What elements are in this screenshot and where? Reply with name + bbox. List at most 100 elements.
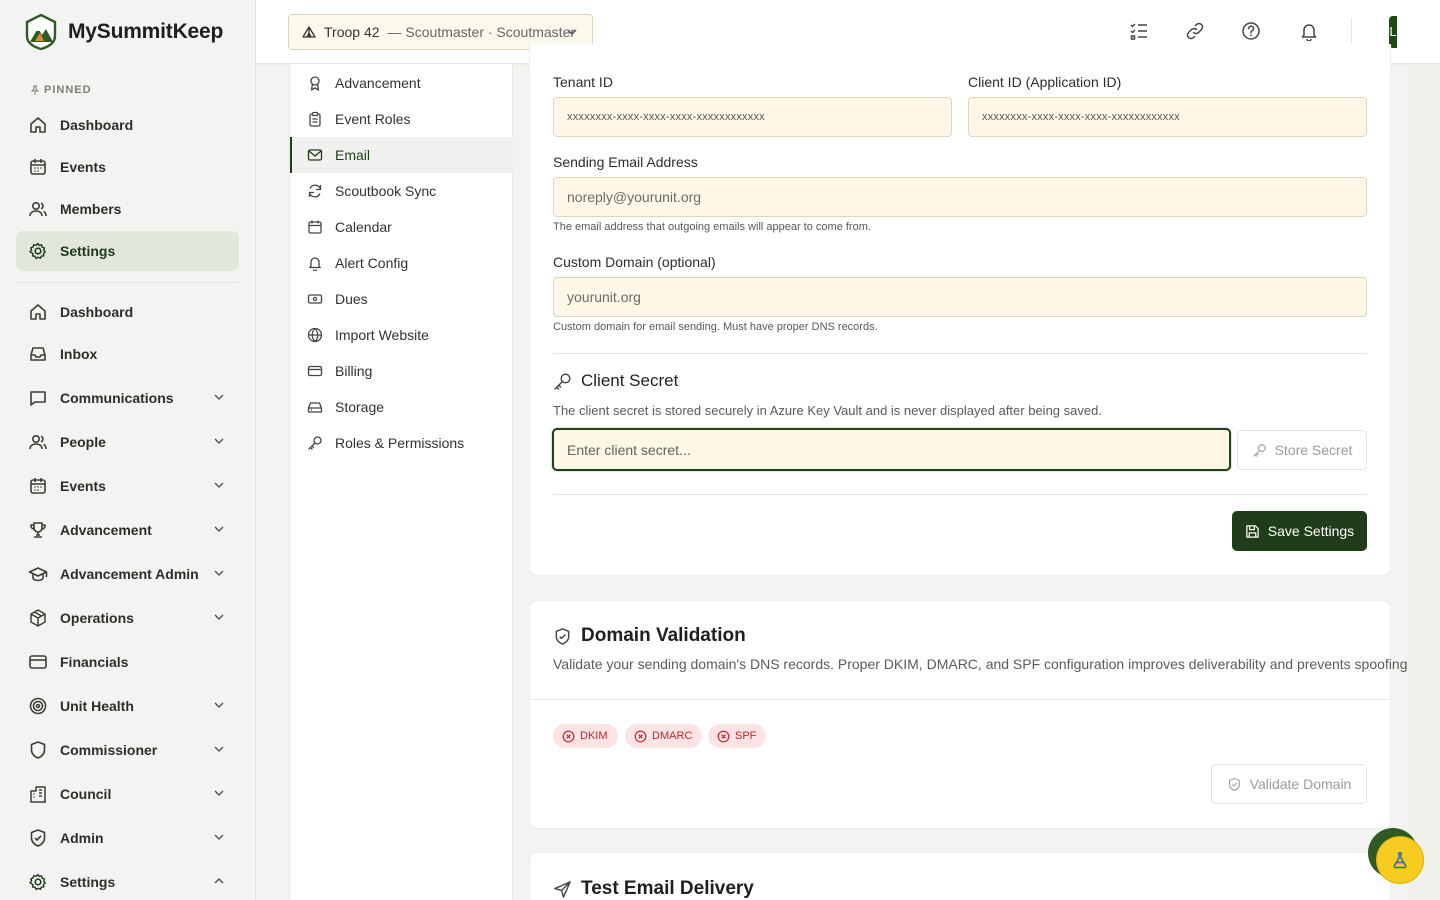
bell-icon[interactable]	[1299, 21, 1319, 41]
sidebar-item-council[interactable]: Council	[16, 774, 239, 814]
globe-icon	[307, 327, 323, 343]
pinned-item-events[interactable]: Events	[16, 147, 239, 187]
chevron-down-icon[interactable]	[213, 479, 225, 491]
right-scroll-area	[1408, 64, 1440, 900]
domain-validation-description: Validate your sending domain's DNS recor…	[553, 656, 1412, 672]
settings-nav-alert-config[interactable]: Alert Config	[290, 245, 513, 281]
chevron-up-icon[interactable]	[213, 875, 225, 887]
validate-domain-button[interactable]: Validate Domain	[1211, 764, 1367, 804]
sidebar-item-settings[interactable]: Settings	[16, 862, 239, 900]
settings-nav-import-website[interactable]: Import Website	[290, 317, 513, 353]
chevron-down-icon[interactable]	[213, 787, 225, 799]
settings-nav-advancement[interactable]: Advancement	[290, 65, 513, 101]
pinned-item-members[interactable]: Members	[16, 189, 239, 229]
calendar-icon	[307, 219, 323, 235]
credit-card-icon	[307, 363, 323, 379]
domain-validation-heading: Domain Validation	[553, 625, 746, 647]
status-badge-dmarc: DMARC	[625, 724, 703, 748]
dev-tools-fab[interactable]	[1376, 836, 1424, 884]
banknote-icon	[307, 291, 323, 307]
settings-nav-storage[interactable]: Storage	[290, 389, 513, 425]
client-id-input[interactable]: xxxxxxxx-xxxx-xxxx-xxxx-xxxxxxxxxxxx	[968, 97, 1367, 137]
settings-nav-scoutbook-sync[interactable]: Scoutbook Sync	[290, 173, 513, 209]
chevron-down-icon[interactable]	[213, 699, 225, 711]
target-icon	[28, 696, 48, 716]
store-secret-button[interactable]: Store Secret	[1237, 430, 1367, 470]
tenant-id-input[interactable]: xxxxxxxx-xxxx-xxxx-xxxx-xxxxxxxxxxxx	[553, 97, 952, 137]
trophy-icon	[28, 520, 48, 540]
chevron-down-icon[interactable]	[213, 391, 225, 403]
sidebar-item-communications[interactable]: Communications	[16, 378, 239, 418]
checklist-icon[interactable]	[1129, 21, 1149, 41]
tenant-id-label: Tenant ID	[553, 74, 613, 90]
clipboard-icon	[307, 111, 323, 127]
sidebar-item-operations[interactable]: Operations	[16, 598, 239, 638]
save-settings-button[interactable]: Save Settings	[1232, 511, 1367, 551]
settings-nav-email[interactable]: Email	[290, 137, 513, 173]
home-icon	[28, 302, 48, 322]
custom-domain-input[interactable]: yourunit.org	[553, 277, 1367, 317]
chevron-down-icon[interactable]	[213, 743, 225, 755]
sidebar-item-inbox[interactable]: Inbox	[16, 334, 239, 374]
chevron-down-icon[interactable]	[213, 435, 225, 447]
key-icon	[307, 435, 323, 451]
settings-nav-calendar[interactable]: Calendar	[290, 209, 513, 245]
shield-check-icon	[28, 828, 48, 848]
users-icon	[28, 432, 48, 452]
section-divider	[553, 494, 1367, 495]
home-icon	[28, 115, 48, 135]
key-icon	[1252, 443, 1267, 458]
chevron-down-icon[interactable]	[213, 611, 225, 623]
chevron-down-icon[interactable]	[213, 831, 225, 843]
sidebar-item-people[interactable]: People	[16, 422, 239, 462]
inbox-icon	[28, 344, 48, 364]
mail-icon	[307, 147, 323, 163]
pinned-item-dashboard[interactable]: Dashboard	[16, 105, 239, 145]
graduation-cap-icon	[28, 564, 48, 584]
app-logo[interactable]: MySummitKeep	[24, 14, 223, 50]
calendar-icon	[28, 476, 48, 496]
pinned-item-settings[interactable]: Settings	[16, 231, 239, 271]
custom-domain-label: Custom Domain (optional)	[553, 254, 716, 270]
refresh-icon	[307, 183, 323, 199]
client-secret-description: The client secret is stored securely in …	[553, 403, 1102, 418]
custom-domain-help: Custom domain for email sending. Must ha…	[553, 321, 878, 333]
chevron-down-icon[interactable]	[213, 523, 225, 535]
sending-email-help: The email address that outgoing emails w…	[553, 221, 871, 233]
sending-email-label: Sending Email Address	[553, 154, 698, 170]
x-circle-icon	[562, 730, 575, 743]
pin-icon	[30, 85, 40, 96]
sidebar-item-advancement[interactable]: Advancement	[16, 510, 239, 550]
x-circle-icon	[634, 730, 647, 743]
client-secret-input[interactable]: Enter client secret...	[552, 428, 1231, 471]
tent-icon	[302, 25, 316, 39]
sidebar-item-events[interactable]: Events	[16, 466, 239, 506]
shield-check-icon	[553, 627, 572, 646]
sending-email-input[interactable]: noreply@yourunit.org	[553, 177, 1367, 217]
key-icon	[553, 372, 572, 391]
sidebar-item-dashboard[interactable]: Dashboard	[16, 292, 239, 332]
settings-nav-event-roles[interactable]: Event Roles	[290, 101, 513, 137]
link-icon[interactable]	[1185, 21, 1205, 41]
settings-nav-dues[interactable]: Dues	[290, 281, 513, 317]
app-name: MySummitKeep	[68, 20, 224, 43]
sidebar: MySummitKeep PINNED Dashboard Events Mem…	[0, 0, 256, 900]
sidebar-item-unit-health[interactable]: Unit Health	[16, 686, 239, 726]
message-square-icon	[28, 388, 48, 408]
bell-icon	[307, 255, 323, 271]
x-circle-icon	[717, 730, 730, 743]
chevron-down-icon[interactable]	[213, 567, 225, 579]
settings-nav: Advancement Event Roles Email Scoutbook …	[289, 64, 513, 900]
sidebar-item-commissioner[interactable]: Commissioner	[16, 730, 239, 770]
sidebar-item-advancement-admin[interactable]: Advancement Admin	[16, 554, 239, 594]
sidebar-item-admin[interactable]: Admin	[16, 818, 239, 858]
help-icon[interactable]	[1241, 21, 1261, 41]
users-icon	[28, 199, 48, 219]
client-secret-heading: Client Secret	[553, 371, 678, 391]
card-divider	[529, 699, 1391, 700]
sidebar-item-financials[interactable]: Financials	[16, 642, 239, 682]
send-icon	[553, 880, 572, 899]
settings-nav-roles-permissions[interactable]: Roles & Permissions	[290, 425, 513, 461]
settings-nav-billing[interactable]: Billing	[290, 353, 513, 389]
credit-card-icon	[28, 652, 48, 672]
